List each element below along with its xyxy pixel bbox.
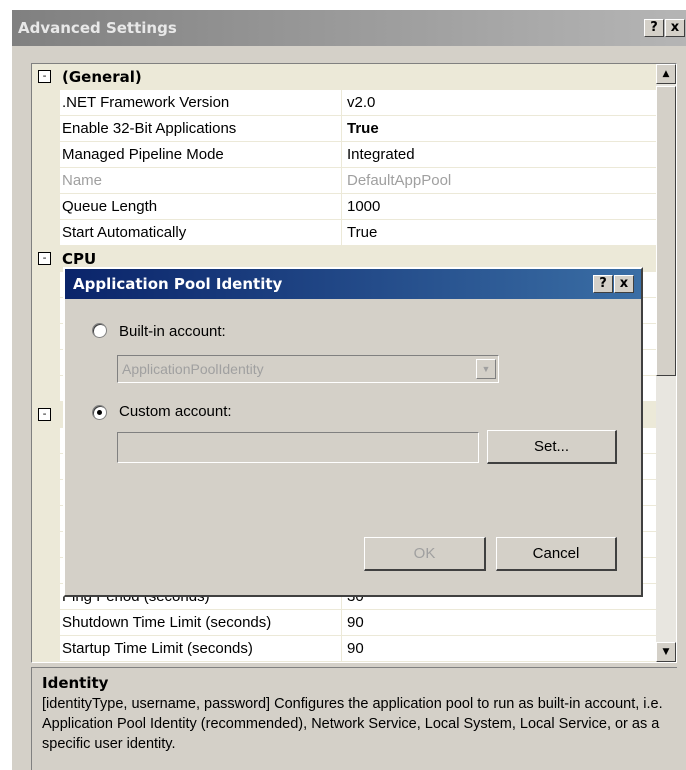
dialog-close-button[interactable]: x bbox=[614, 275, 634, 293]
description-panel: Identity [identityType, username, passwo… bbox=[31, 667, 677, 770]
property-name: Enable 32-Bit Applications bbox=[60, 116, 342, 142]
property-name: .NET Framework Version bbox=[60, 90, 342, 116]
property-name: Startup Time Limit (seconds) bbox=[60, 636, 342, 662]
builtin-account-select: ApplicationPoolIdentity ▼ bbox=[117, 355, 499, 383]
property-name: Name bbox=[60, 168, 342, 194]
property-value: DefaultAppPool bbox=[342, 168, 656, 194]
dialog-help-button[interactable]: ? bbox=[593, 275, 613, 293]
property-row[interactable]: Queue Length 1000 bbox=[32, 194, 656, 220]
property-value[interactable]: 90 bbox=[342, 610, 656, 636]
cancel-button[interactable]: Cancel bbox=[496, 537, 617, 571]
description-text: [identityType, username, password] Confi… bbox=[42, 696, 663, 752]
help-button[interactable]: ? bbox=[644, 19, 664, 37]
custom-account-label[interactable]: Custom account: bbox=[119, 403, 232, 420]
custom-account-radio[interactable] bbox=[92, 405, 107, 420]
property-row[interactable]: Enable 32-Bit Applications True bbox=[32, 116, 656, 142]
property-value[interactable]: 90 bbox=[342, 636, 656, 662]
ok-button: OK bbox=[364, 537, 486, 571]
window-title: Advanced Settings bbox=[18, 19, 177, 37]
property-value[interactable]: 1000 bbox=[342, 194, 656, 220]
property-value[interactable]: True bbox=[342, 220, 656, 246]
category-general[interactable]: - (General) bbox=[32, 64, 656, 90]
builtin-account-radio[interactable] bbox=[92, 323, 107, 338]
property-name: Managed Pipeline Mode bbox=[60, 142, 342, 168]
builtin-account-label[interactable]: Built-in account: bbox=[119, 323, 226, 340]
window-titlebar: Advanced Settings ? x bbox=[12, 10, 686, 46]
property-row[interactable]: Name DefaultAppPool bbox=[32, 168, 656, 194]
property-row[interactable]: Managed Pipeline Mode Integrated bbox=[32, 142, 656, 168]
property-value[interactable]: True bbox=[342, 116, 656, 142]
chevron-down-icon: ▼ bbox=[476, 359, 496, 379]
set-button[interactable]: Set... bbox=[487, 430, 617, 464]
property-row[interactable]: Shutdown Time Limit (seconds) 90 bbox=[32, 610, 656, 636]
dialog-titlebar: Application Pool Identity ? x bbox=[65, 269, 641, 299]
collapse-icon[interactable]: - bbox=[38, 70, 51, 83]
property-row[interactable]: .NET Framework Version v2.0 bbox=[32, 90, 656, 116]
vertical-scrollbar[interactable]: ▲ ▼ bbox=[656, 64, 676, 662]
property-name: Queue Length bbox=[60, 194, 342, 220]
scroll-up-icon[interactable]: ▲ bbox=[656, 64, 676, 84]
builtin-account-value: ApplicationPoolIdentity bbox=[122, 361, 264, 377]
close-button[interactable]: x bbox=[665, 19, 685, 37]
app-pool-identity-dialog: Application Pool Identity ? x Built-in a… bbox=[63, 267, 643, 597]
property-row[interactable]: Start Automatically True bbox=[32, 220, 656, 246]
property-row[interactable]: Startup Time Limit (seconds) 90 bbox=[32, 636, 656, 662]
scroll-down-icon[interactable]: ▼ bbox=[656, 642, 676, 662]
category-label: (General) bbox=[62, 68, 142, 86]
dialog-title: Application Pool Identity bbox=[73, 275, 283, 293]
property-value[interactable]: Integrated bbox=[342, 142, 656, 168]
property-name: Start Automatically bbox=[60, 220, 342, 246]
property-name: Shutdown Time Limit (seconds) bbox=[60, 610, 342, 636]
description-title: Identity bbox=[42, 674, 109, 692]
collapse-icon[interactable]: - bbox=[38, 408, 51, 421]
property-value[interactable]: v2.0 bbox=[342, 90, 656, 116]
custom-account-field bbox=[117, 432, 479, 463]
collapse-icon[interactable]: - bbox=[38, 252, 51, 265]
scroll-thumb[interactable] bbox=[656, 86, 676, 376]
